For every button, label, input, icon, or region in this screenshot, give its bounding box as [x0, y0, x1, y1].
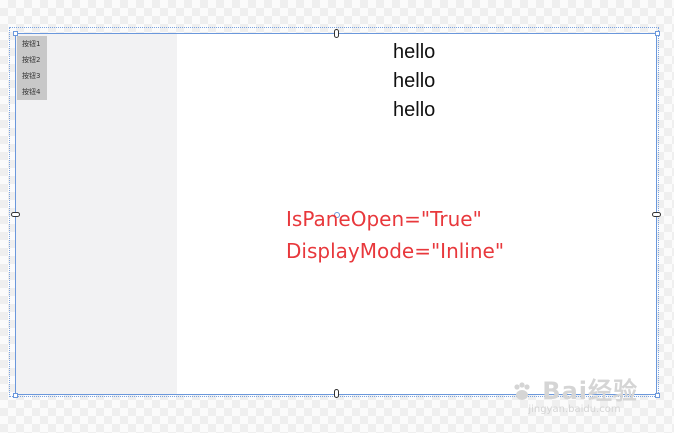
corner-handle-bottom-left[interactable]	[13, 393, 18, 398]
resize-handle-top[interactable]	[334, 29, 339, 38]
hello-text-2: hello	[393, 70, 436, 92]
watermark-logo: Bai经验	[511, 371, 638, 406]
resize-handle-left[interactable]	[11, 212, 20, 217]
corner-handle-bottom-right[interactable]	[655, 393, 660, 398]
paw-icon	[514, 382, 530, 400]
baidu-jingyan-watermark: Bai经验 jingyan.baidu.com	[511, 371, 638, 415]
watermark-logo-text: Bai经验	[542, 377, 638, 405]
annotation-is-pane-open: IsPaneOpen="True"	[286, 207, 482, 231]
corner-handle-top-right[interactable]	[655, 31, 660, 36]
pane-button-stack: 按钮1 按钮2 按钮3 按钮4	[17, 36, 47, 100]
pane-button-2[interactable]: 按钮2	[17, 52, 47, 68]
splitview-pane: 按钮1 按钮2 按钮3 按钮4	[16, 34, 177, 394]
corner-handle-top-left[interactable]	[13, 31, 18, 36]
annotation-display-mode: DisplayMode="Inline"	[286, 239, 505, 263]
pane-button-3[interactable]: 按钮3	[17, 68, 47, 84]
property-annotation: IsPaneOpen="True" DisplayMode="Inline"	[286, 203, 504, 267]
pane-button-4[interactable]: 按钮4	[17, 84, 47, 100]
hello-text-3: hello	[393, 99, 436, 121]
hello-text-1: hello	[393, 41, 436, 63]
hello-text-list: hello hello hello	[393, 38, 435, 125]
resize-handle-bottom[interactable]	[334, 389, 339, 398]
pane-button-1[interactable]: 按钮1	[17, 36, 47, 52]
resize-handle-right[interactable]	[652, 212, 661, 217]
